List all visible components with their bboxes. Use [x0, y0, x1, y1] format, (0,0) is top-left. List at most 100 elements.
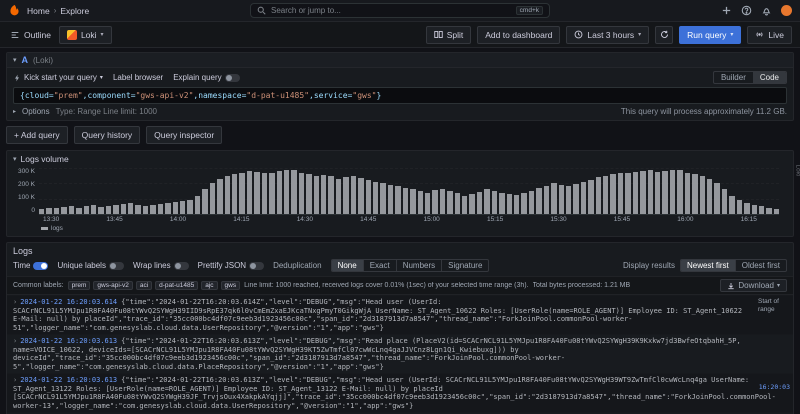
outline-icon [10, 30, 20, 40]
x-tick-label: 16:15 [741, 216, 757, 223]
toggle-switch[interactable] [174, 262, 189, 270]
query-expression[interactable]: {cloud="prem",component="gws-api-v2",nam… [13, 87, 787, 104]
add-query-button[interactable]: + Add query [6, 126, 68, 144]
grafana-logo[interactable] [8, 4, 21, 17]
order-option-oldest-first[interactable]: Oldest first [735, 260, 786, 271]
volume-bar [477, 192, 482, 214]
start-of-range-label: Start of range [758, 298, 790, 314]
chevron-down-icon: ▾ [777, 282, 780, 289]
x-tick-label: 14:15 [233, 216, 249, 223]
chevron-down-icon: ▾ [730, 31, 733, 38]
add-to-dashboard-button[interactable]: Add to dashboard [477, 26, 560, 44]
toggle-wrap-lines[interactable]: Wrap lines [133, 261, 189, 270]
code-mode-option[interactable]: Code [753, 72, 786, 83]
volume-bar [573, 184, 578, 214]
volume-bar [91, 205, 96, 214]
volume-bar [536, 188, 541, 214]
dedup-option-signature[interactable]: Signature [441, 260, 488, 271]
volume-bar [247, 171, 252, 214]
bell-icon[interactable] [761, 5, 772, 16]
volume-bar [373, 182, 378, 214]
display-results-label: Display results [623, 261, 675, 270]
common-label-chip: d-pat-u1485 [155, 281, 198, 290]
dedup-option-exact[interactable]: Exact [363, 260, 396, 271]
toggle-switch[interactable] [109, 262, 124, 270]
collapse-chevron-icon[interactable]: ▾ [13, 56, 17, 64]
query-row-header[interactable]: ▾ A (Loki) [7, 53, 793, 68]
toggle-label: Wrap lines [133, 261, 171, 270]
options-chevron-icon[interactable]: ▸ [13, 108, 16, 115]
logs-controls: Time Unique labels Wrap lines Prettify JSON… [7, 257, 793, 276]
expand-chevron-icon[interactable]: › [13, 298, 17, 306]
query-inspector-button[interactable]: Query inspector [146, 126, 222, 144]
dedup-option-numbers[interactable]: Numbers [396, 260, 441, 271]
datasource-name: Loki [81, 30, 97, 40]
volume-bar [343, 177, 348, 214]
explain-query-toggle[interactable]: Explain query [173, 73, 239, 82]
run-query-button[interactable]: Run query ▾ [679, 26, 741, 44]
user-avatar[interactable] [781, 5, 792, 16]
plus-icon[interactable] [721, 5, 732, 16]
builder-mode-option[interactable]: Builder [714, 72, 753, 83]
datasource-picker[interactable]: Loki ▾ [59, 26, 112, 44]
outline-button[interactable]: Outline [8, 26, 53, 44]
logs-title: Logs [7, 243, 793, 257]
volume-bar [551, 183, 556, 214]
query-row-panel: ▾ A (Loki) Kick start your query ▾ Label… [6, 52, 794, 121]
volume-bar [321, 175, 326, 214]
expand-chevron-icon[interactable]: › [13, 376, 17, 384]
toggle-prettify-json[interactable]: Prettify JSON [198, 261, 264, 270]
explain-query-switch[interactable] [225, 74, 240, 82]
breadcrumb-home[interactable]: Home [27, 6, 50, 16]
toggle-time[interactable]: Time [13, 261, 48, 270]
expand-chevron-icon[interactable]: › [13, 337, 17, 345]
refresh-button[interactable] [655, 26, 673, 44]
log-row[interactable]: ›2024-01-22 16:20:03.614{"time":"2024-01… [7, 295, 793, 334]
lightning-icon [13, 74, 21, 82]
query-ref-id: A [22, 55, 29, 65]
volume-bar [440, 189, 445, 214]
toggle-switch[interactable] [249, 262, 264, 270]
volume-bar [521, 193, 526, 214]
common-label-chip: gws [221, 281, 241, 290]
log-line-text: {"time":"2024-01-22T16:20:03.614Z","leve… [13, 298, 742, 332]
volume-bar [277, 171, 282, 214]
breadcrumb-explore[interactable]: Explore [60, 6, 89, 16]
query-history-button[interactable]: Query history [74, 126, 141, 144]
toggle-unique-labels[interactable]: Unique labels [57, 261, 123, 270]
legend-label[interactable]: logs [51, 225, 63, 232]
download-button[interactable]: Download ▾ [720, 279, 787, 292]
split-button[interactable]: Split [426, 26, 472, 44]
collapse-chevron-icon[interactable]: ▾ [13, 155, 17, 163]
log-row[interactable]: ›2024-01-22 16:20:03.613{"time":"2024-01… [7, 334, 793, 373]
volume-bar [700, 176, 705, 214]
volume-bar [299, 173, 304, 214]
nav-right-icons [721, 5, 792, 16]
legend-swatch [41, 227, 48, 230]
dedup-option-none[interactable]: None [332, 260, 363, 271]
chart-legend[interactable]: logs [41, 225, 787, 232]
help-icon[interactable] [741, 5, 752, 16]
time-range-picker[interactable]: Last 3 hours ▾ [566, 26, 649, 44]
volume-bar [403, 188, 408, 214]
dedup-label: Deduplication [273, 261, 321, 270]
logs-volume-header[interactable]: ▾ Logs volume [7, 151, 793, 165]
query-datasource-hint: (Loki) [33, 56, 53, 65]
plot-area [39, 168, 779, 214]
volume-bar [121, 204, 126, 214]
volume-bar [529, 191, 534, 214]
order-option-newest-first[interactable]: Newest first [681, 260, 735, 271]
label-browser-button[interactable]: Label browser [113, 73, 163, 82]
toggle-switch[interactable] [33, 262, 48, 270]
x-tick-label: 15:00 [424, 216, 440, 223]
options-label[interactable]: Options [22, 107, 50, 116]
search-input[interactable]: Search or jump to... cmd+k [250, 3, 550, 18]
volume-bar [752, 205, 757, 214]
volume-bar [633, 172, 638, 214]
volume-bar [84, 206, 89, 214]
live-button[interactable]: Live [747, 26, 792, 44]
kick-start-query-button[interactable]: Kick start your query ▾ [13, 73, 103, 82]
log-row[interactable]: ›2024-01-22 16:20:03.613{"time":"2024-01… [7, 373, 793, 412]
log-timestamp: 2024-01-22 16:20:03.613 [20, 337, 117, 345]
volume-bar [217, 179, 222, 214]
